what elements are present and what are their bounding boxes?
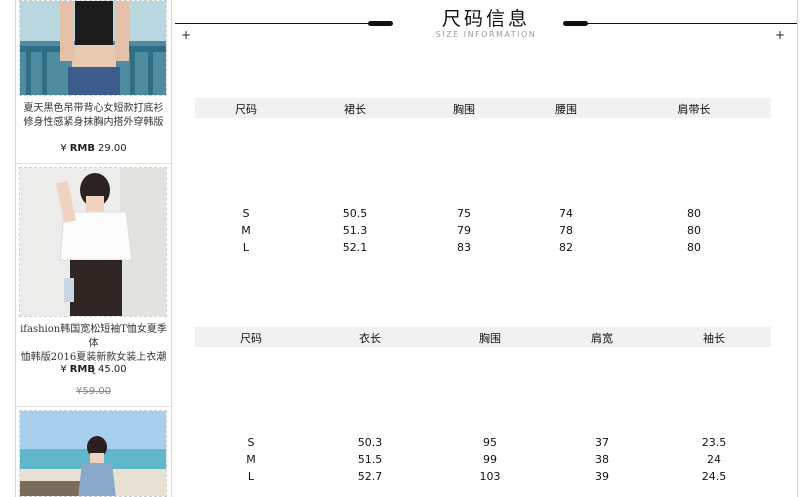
table-cell: 75	[457, 207, 471, 220]
table-cell: 80	[687, 241, 701, 254]
table-header-row: 尺码 裙长 胸围 腰围 肩带长	[195, 98, 771, 118]
table-cell: 50.5	[342, 207, 368, 220]
table-header-cell: 腰围	[555, 103, 577, 116]
currency-symbol: ¥	[60, 143, 67, 154]
table-cell: S	[247, 436, 255, 449]
table-header-cell: 衣长	[359, 332, 381, 345]
section-subtitle: SIZE INFORMATION	[435, 30, 537, 39]
card-divider	[16, 163, 171, 164]
table-header-cell: 裙长	[344, 103, 366, 116]
table-cell: 23.5	[701, 436, 727, 449]
table-cell: 38	[595, 453, 609, 466]
table-cell: M	[246, 453, 256, 466]
currency-code: RMB	[69, 143, 95, 154]
product-title-line: 修身性感紧身抹胸内搭外穿韩版	[23, 117, 164, 128]
product-price: ¥ RMB 45.00	[16, 364, 171, 375]
size-information-panel: 尺码信息 SIZE INFORMATION + + 尺码 裙长 胸围 腰围 肩带…	[175, 0, 798, 497]
table-header-cell: 胸围	[453, 103, 475, 116]
table-cell: 50.3	[357, 436, 383, 449]
table-cell: 37	[595, 436, 609, 449]
table-cell: L	[242, 241, 250, 254]
table-cell: 83	[457, 241, 471, 254]
product-card[interactable]	[16, 408, 171, 497]
product-image[interactable]	[19, 0, 167, 96]
product-title-line: ifashion韩国宽松短袖T恤女夏季体	[20, 324, 167, 349]
table-cell: 51.3	[342, 224, 368, 237]
table-cell: 80	[687, 207, 701, 220]
table-cell: 24	[707, 453, 721, 466]
table-cell: 51.5	[357, 453, 383, 466]
product-title-line: 夏天黑色吊带背心女短款打底衫	[23, 103, 164, 114]
plus-icon: +	[181, 28, 192, 42]
table-header-cell: 肩宽	[591, 332, 613, 345]
original-price: ¥59.00	[76, 386, 111, 397]
price-value: 45.00	[98, 364, 127, 375]
price-value: 29.00	[98, 143, 127, 154]
table-cell: 82	[559, 241, 573, 254]
product-image[interactable]	[19, 167, 167, 317]
table-cell: 78	[559, 224, 573, 237]
table-cell: 99	[483, 453, 497, 466]
table-cell: 24.5	[701, 470, 727, 483]
product-card[interactable]: ifashion韩国宽松短袖T恤女夏季体 恤韩版2016夏装新款女装上衣潮t ¥…	[16, 166, 171, 407]
table-cell: 103	[479, 470, 501, 483]
recommended-products-sidebar: 夏天黑色吊带背心女短款打底衫 修身性感紧身抹胸内搭外穿韩版 ¥ RMB 29.00 …	[15, 0, 172, 497]
product-image[interactable]	[19, 410, 167, 497]
table-header-cell: 尺码	[235, 103, 257, 116]
table-cell: S	[242, 207, 250, 220]
plus-icon: +	[775, 28, 786, 42]
product-title[interactable]: 夏天黑色吊带背心女短款打底衫 修身性感紧身抹胸内搭外穿韩版	[20, 102, 167, 130]
table-header-cell: 胸围	[479, 332, 501, 345]
currency-symbol: ¥	[60, 364, 67, 375]
currency-code: RMB	[69, 364, 95, 375]
card-divider	[16, 406, 171, 407]
table-header-cell: 肩带长	[677, 103, 711, 116]
table-header-cell: 尺码	[240, 332, 262, 345]
table-cell: 79	[457, 224, 471, 237]
table-cell: 74	[559, 207, 573, 220]
table-cell: L	[247, 470, 255, 483]
table-header-row: 尺码 衣长 胸围 肩宽 袖长	[195, 327, 771, 347]
table-cell: M	[241, 224, 251, 237]
section-title: 尺码信息	[441, 8, 530, 30]
table-cell: 80	[687, 224, 701, 237]
table-cell: 52.1	[342, 241, 368, 254]
table-cell: 39	[595, 470, 609, 483]
table-header-cell: 袖长	[703, 332, 725, 345]
table-cell: 52.7	[357, 470, 383, 483]
product-card[interactable]: 夏天黑色吊带背心女短款打底衫 修身性感紧身抹胸内搭外穿韩版 ¥ RMB 29.00	[16, 0, 171, 165]
table-cell: 95	[483, 436, 497, 449]
product-price: ¥ RMB 29.00	[16, 143, 171, 154]
